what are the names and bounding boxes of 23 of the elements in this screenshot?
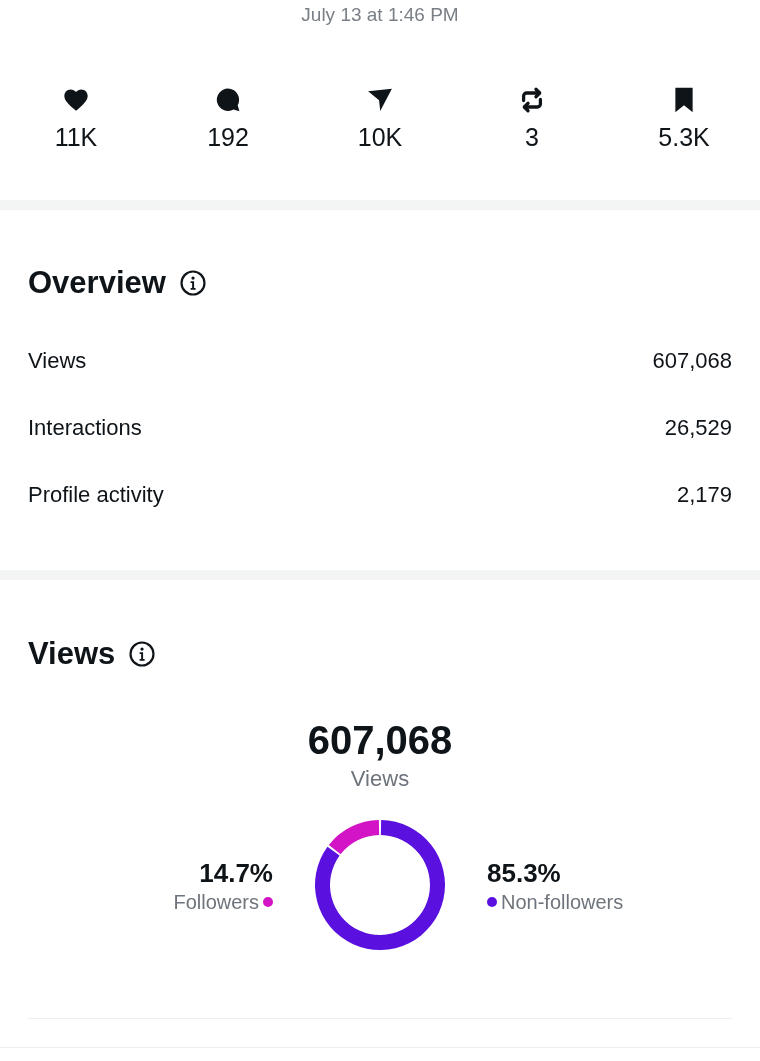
total-views-value: 607,068 xyxy=(306,717,454,764)
post-timestamp: July 13 at 1:46 PM xyxy=(300,3,460,27)
section-title: Views xyxy=(28,635,116,673)
engagement-count: 5.3K xyxy=(658,122,710,152)
percentage-value: 14.7% xyxy=(199,858,273,888)
info-icon[interactable] xyxy=(129,641,156,667)
speech-bubble-icon xyxy=(214,86,242,114)
engagement-count: 3 xyxy=(525,122,539,152)
section-title: Overview xyxy=(28,264,166,302)
metric-value: 26,529 xyxy=(664,414,732,441)
engagement-count: 192 xyxy=(207,122,249,152)
legend-label: Non-followers xyxy=(501,890,624,915)
legend-label: Followers xyxy=(173,890,259,915)
engagement-count: 10K xyxy=(357,122,403,152)
percentage-value: 85.3% xyxy=(487,858,561,888)
total-views-label: Views xyxy=(349,765,411,793)
info-icon[interactable] xyxy=(179,270,206,296)
metric-value: 607,068 xyxy=(652,347,732,374)
metric-value: 2,179 xyxy=(676,481,732,508)
metric-label: Profile activity xyxy=(28,481,164,508)
metric-label: Views xyxy=(28,347,87,374)
metric-label: Interactions xyxy=(28,414,142,441)
engagement-count: 11K xyxy=(54,122,98,152)
